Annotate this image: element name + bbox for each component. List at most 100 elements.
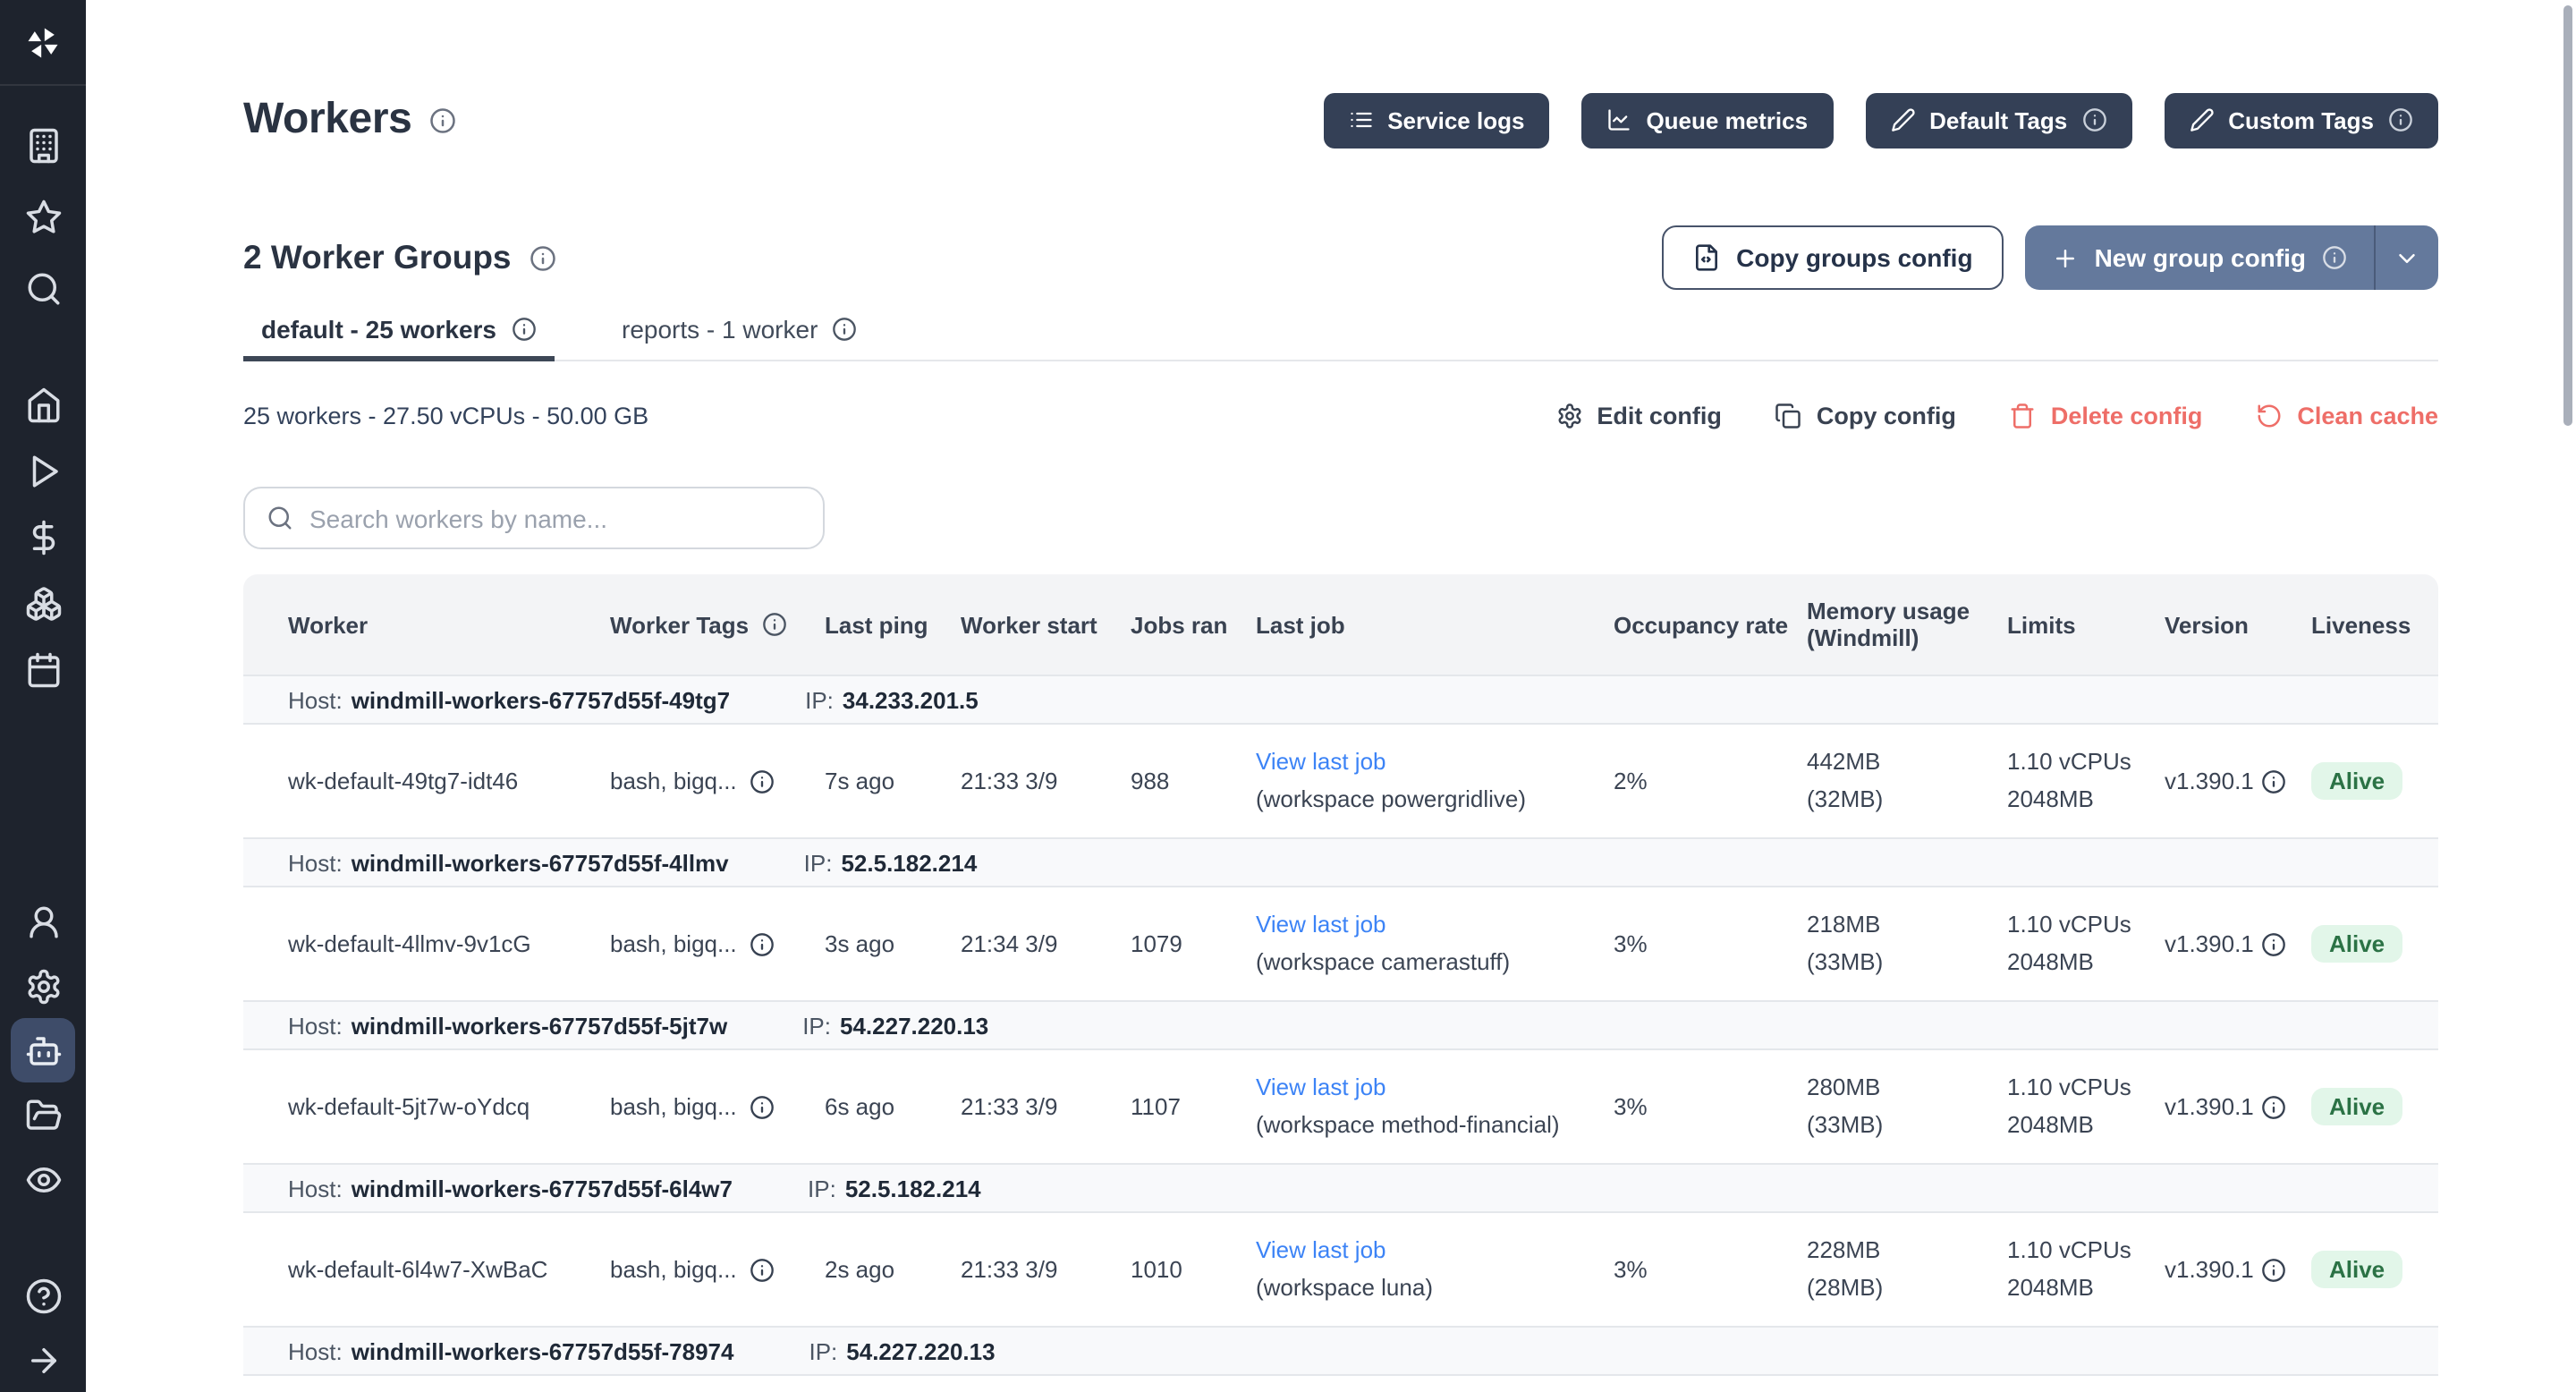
- col-jobs-ran: Jobs ran: [1131, 611, 1256, 638]
- groups-info-icon[interactable]: [530, 244, 556, 271]
- col-occupancy-rate: Occupancy rate: [1614, 611, 1807, 638]
- group-summary: 25 workers - 27.50 vCPUs - 50.00 GB: [243, 402, 648, 429]
- host-ip: 52.5.182.214: [841, 849, 977, 876]
- sidebar-item-runs[interactable]: [11, 438, 75, 503]
- tab-reports[interactable]: reports - 1 worker: [604, 315, 875, 361]
- version-info-icon[interactable]: [2261, 768, 2286, 794]
- custom-tags-info-icon[interactable]: [2388, 107, 2413, 132]
- vertical-scrollbar-thumb[interactable]: [2563, 5, 2572, 426]
- tab-reports-info-icon[interactable]: [832, 317, 857, 342]
- memory-usage-windmill: (32MB): [1807, 781, 1989, 817]
- sidebar-item-folders[interactable]: [11, 1082, 75, 1147]
- worker-tags-info-icon[interactable]: [750, 931, 775, 956]
- worker-tags-info-icon[interactable]: [750, 768, 775, 794]
- group-meta-row: 25 workers - 27.50 vCPUs - 50.00 GB Edit…: [243, 394, 2438, 437]
- occupancy-rate: 2%: [1614, 768, 1807, 794]
- robot-icon: [24, 1031, 62, 1069]
- header-buttons: Service logs Queue metrics Default Tags …: [1323, 92, 2438, 148]
- sidebar-item-favorites[interactable]: [11, 184, 75, 249]
- sidebar-item-schedules[interactable]: [11, 637, 75, 701]
- version-info-icon[interactable]: [2261, 1257, 2286, 1282]
- service-logs-button[interactable]: Service logs: [1323, 92, 1549, 148]
- workers-page: Workers Service logs Queue metrics Defau…: [0, 0, 2576, 1392]
- view-last-job-link[interactable]: View last job: [1256, 912, 1386, 938]
- sidebar-item-search[interactable]: [11, 256, 75, 320]
- tab-default-label: default - 25 workers: [261, 315, 496, 344]
- col-memory-usage: Memory usage (Windmill): [1807, 598, 2007, 651]
- new-group-config-button[interactable]: New group config: [2025, 225, 2374, 290]
- host-name: windmill-workers-67757d55f-49tg7: [352, 686, 730, 713]
- last-ping: 2s ago: [825, 1256, 961, 1283]
- edit-config-label: Edit config: [1597, 402, 1722, 429]
- copy-config-button[interactable]: Copy config: [1775, 402, 1956, 429]
- search-workers-input[interactable]: [309, 504, 801, 532]
- new-group-config-info-icon[interactable]: [2322, 245, 2347, 270]
- tab-default[interactable]: default - 25 workers: [243, 315, 554, 361]
- worker-version: v1.390.1: [2165, 930, 2254, 957]
- last-ping: 6s ago: [825, 1093, 961, 1120]
- groups-title: 2 Worker Groups: [243, 238, 512, 277]
- worker-group-tabs: default - 25 workers reports - 1 worker: [243, 315, 2438, 361]
- worker-start: 21:34 3/9: [961, 930, 1131, 957]
- trash-icon: [2010, 402, 2037, 429]
- host-ip: 52.5.182.214: [845, 1175, 981, 1201]
- tab-default-info-icon[interactable]: [511, 317, 536, 342]
- new-group-config-dropdown[interactable]: [2374, 225, 2438, 290]
- group-actions: Edit config Copy config Delete config Cl…: [1555, 402, 2438, 429]
- sidebar-expand[interactable]: [11, 1328, 75, 1392]
- version-info-icon[interactable]: [2261, 931, 2286, 956]
- clean-cache-button[interactable]: Clean cache: [2256, 402, 2438, 429]
- col-worker-tags: Worker Tags: [610, 611, 825, 638]
- edit-config-button[interactable]: Edit config: [1555, 402, 1722, 429]
- occupancy-rate: 3%: [1614, 1256, 1807, 1283]
- copy-groups-config-label: Copy groups config: [1736, 243, 1972, 272]
- view-last-job-link[interactable]: View last job: [1256, 1237, 1386, 1264]
- service-logs-label: Service logs: [1387, 106, 1524, 133]
- main-content: Workers Service logs Queue metrics Defau…: [86, 0, 2576, 1392]
- copy-groups-config-button[interactable]: Copy groups config: [1661, 225, 2003, 290]
- col-last-ping: Last ping: [825, 611, 961, 638]
- worker-name: wk-default-5jt7w-oYdcq: [243, 1093, 610, 1120]
- sidebar-item-workers[interactable]: [11, 1018, 75, 1082]
- dollar-icon: [24, 518, 62, 556]
- table-row-worker-clipped: [243, 1376, 2438, 1392]
- queue-metrics-button[interactable]: Queue metrics: [1581, 92, 1833, 148]
- workers-info-icon[interactable]: [429, 106, 456, 133]
- building-icon: [24, 126, 62, 164]
- memory-usage-windmill: (33MB): [1807, 944, 1989, 980]
- default-tags-button[interactable]: Default Tags: [1865, 92, 2131, 148]
- sidebar-item-workspace[interactable]: [11, 113, 75, 177]
- sidebar-item-settings[interactable]: [11, 954, 75, 1018]
- table-row-worker[interactable]: wk-default-4llmv-9v1cG bash, bigq... 3s …: [243, 887, 2438, 1000]
- sidebar-item-home[interactable]: [11, 372, 75, 437]
- col-worker-start: Worker start: [961, 611, 1131, 638]
- line-chart-icon: [1606, 107, 1631, 132]
- view-last-job-link[interactable]: View last job: [1256, 1074, 1386, 1101]
- sidebar-item-audit-logs[interactable]: [11, 1147, 75, 1211]
- table-row-worker[interactable]: wk-default-5jt7w-oYdcq bash, bigq... 6s …: [243, 1050, 2438, 1163]
- user-icon: [24, 903, 62, 940]
- worker-tags: bash, bigq...: [610, 930, 737, 957]
- pencil-icon: [2189, 107, 2214, 132]
- worker-tags-info-icon[interactable]: [750, 1094, 775, 1119]
- view-last-job-link[interactable]: View last job: [1256, 749, 1386, 776]
- jobs-ran: 1107: [1131, 1093, 1256, 1120]
- default-tags-info-icon[interactable]: [2081, 107, 2106, 132]
- version-info-icon[interactable]: [2261, 1094, 2286, 1119]
- last-ping: 7s ago: [825, 768, 961, 794]
- table-row-worker[interactable]: wk-default-49tg7-idt46 bash, bigq... 7s …: [243, 725, 2438, 837]
- sidebar-item-resources[interactable]: [11, 571, 75, 635]
- sidebar-item-help[interactable]: [11, 1263, 75, 1328]
- refresh-icon: [2256, 402, 2283, 429]
- table-row-host: Host:windmill-workers-67757d55f-6l4w7 IP…: [243, 1163, 2438, 1213]
- boxes-icon: [24, 584, 62, 622]
- delete-config-button[interactable]: Delete config: [2010, 402, 2203, 429]
- table-row-worker[interactable]: wk-default-6l4w7-XwBaC bash, bigq... 2s …: [243, 1213, 2438, 1326]
- worker-tags-info-icon[interactable]: [761, 612, 786, 637]
- chevron-down-icon: [2394, 244, 2420, 271]
- worker-tags-info-icon[interactable]: [750, 1257, 775, 1282]
- windmill-logo[interactable]: [0, 0, 86, 86]
- sidebar-item-variables[interactable]: [11, 505, 75, 569]
- custom-tags-button[interactable]: Custom Tags: [2164, 92, 2438, 148]
- sidebar-item-users[interactable]: [11, 889, 75, 954]
